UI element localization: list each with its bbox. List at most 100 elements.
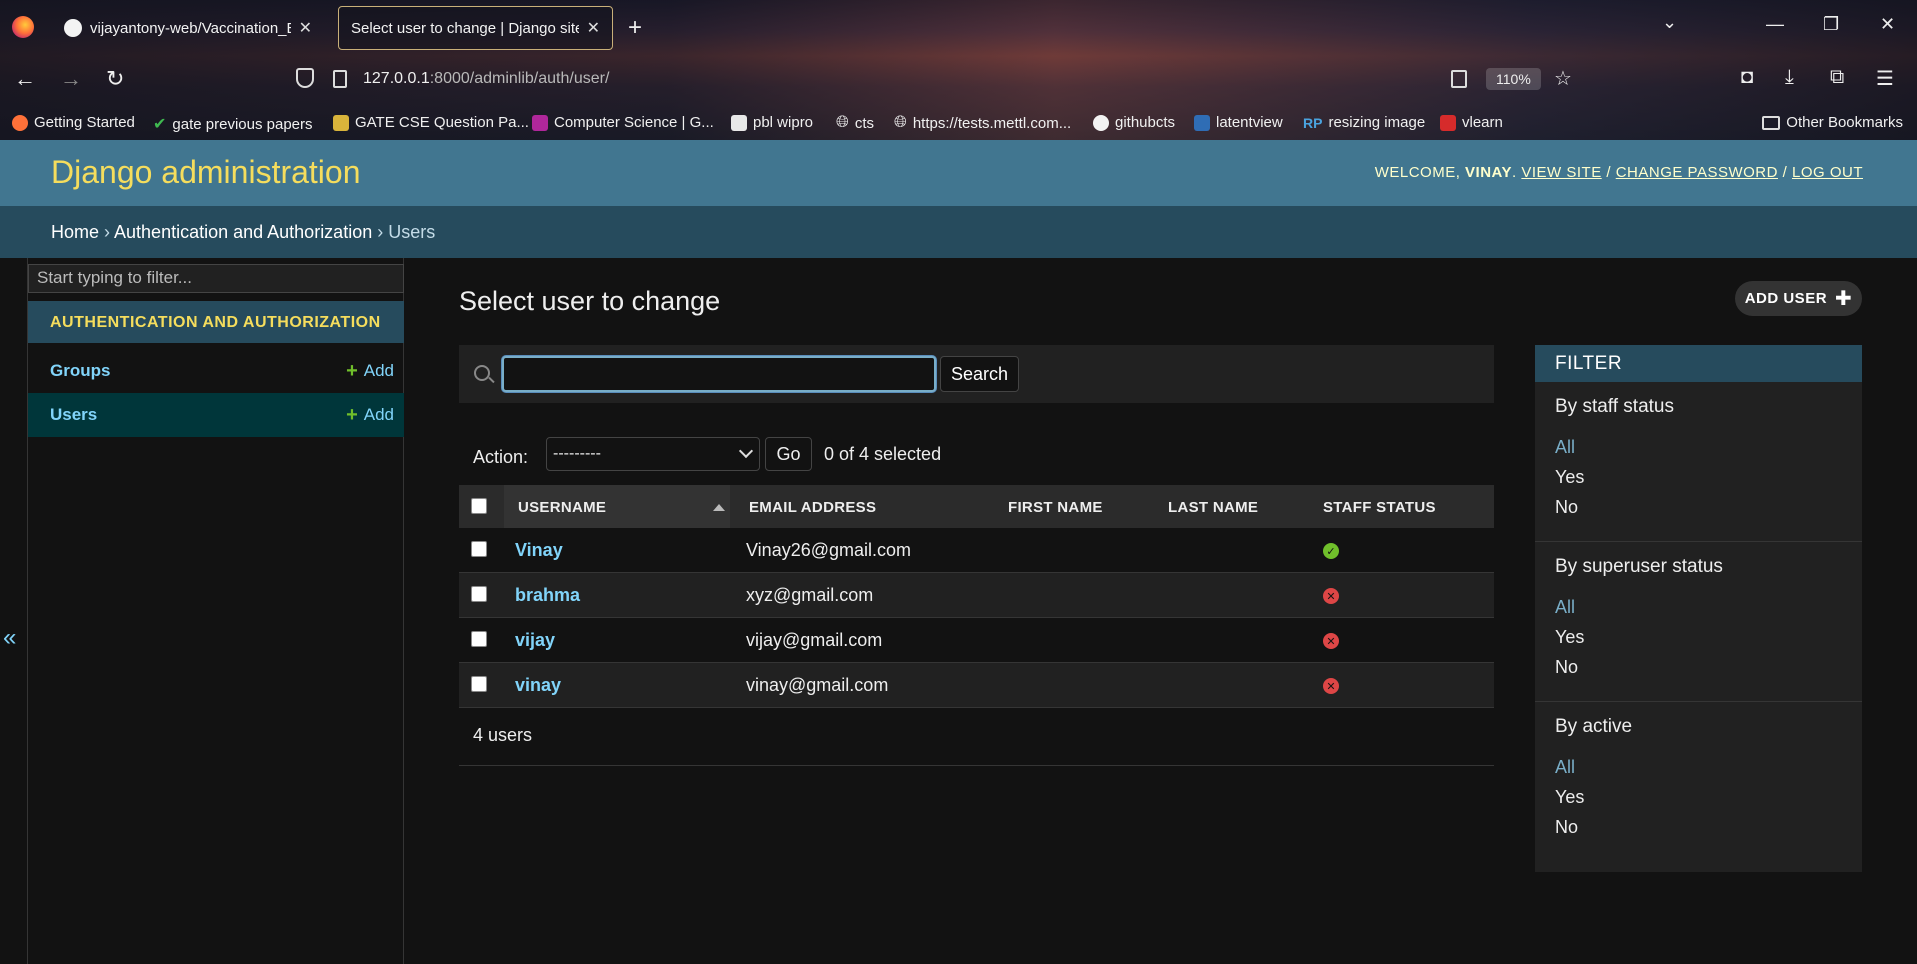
column-header-first-name[interactable]: FIRST NAME: [1008, 499, 1103, 516]
minimize-icon[interactable]: —: [1766, 14, 1784, 35]
bookmark-item[interactable]: githubcts: [1093, 114, 1175, 131]
close-icon[interactable]: ✕: [299, 18, 312, 38]
sidebar-item-users[interactable]: Users + Add: [28, 393, 404, 437]
tab-github[interactable]: vijayantony-web/Vaccination_B ✕: [52, 6, 324, 50]
extensions-icon[interactable]: ⧉: [1830, 66, 1844, 89]
column-header-staff-status[interactable]: STAFF STATUS: [1323, 499, 1436, 516]
add-groups-link[interactable]: + Add: [346, 360, 394, 383]
bookmark-star-icon[interactable]: ☆: [1554, 66, 1572, 91]
column-header-email[interactable]: EMAIL ADDRESS: [749, 499, 876, 516]
new-tab-plus-icon[interactable]: +: [628, 14, 642, 42]
username-link[interactable]: vijay: [515, 630, 555, 651]
add-user-label: ADD USER: [1744, 290, 1828, 307]
filter-option-all[interactable]: All: [1555, 437, 1575, 458]
site-branding[interactable]: Django administration: [51, 154, 361, 191]
filter-option-yes[interactable]: Yes: [1555, 467, 1584, 488]
add-users-link[interactable]: + Add: [346, 404, 394, 427]
username-link[interactable]: brahma: [515, 585, 580, 606]
change-password-link[interactable]: CHANGE PASSWORD: [1616, 164, 1778, 181]
zoom-level[interactable]: 110%: [1486, 68, 1541, 90]
browser-chrome: vijayantony-web/Vaccination_B ✕ Select u…: [0, 0, 1917, 140]
row-checkbox[interactable]: [471, 541, 487, 557]
forward-arrow-icon[interactable]: →: [60, 66, 82, 92]
breadcrumb-current: Users: [388, 222, 436, 242]
log-out-link[interactable]: LOG OUT: [1792, 164, 1863, 181]
pocket-icon[interactable]: ◘: [1741, 66, 1753, 89]
github-icon: [64, 19, 82, 37]
email-cell: vijay@gmail.com: [746, 630, 883, 650]
filter-option-yes[interactable]: Yes: [1555, 787, 1584, 808]
globe-icon: 🌐︎: [894, 114, 907, 131]
filter-option-all[interactable]: All: [1555, 757, 1575, 778]
page-info-icon[interactable]: [333, 70, 347, 88]
reload-icon[interactable]: ↻: [106, 66, 124, 92]
tab-django-active[interactable]: Select user to change | Django site ✕: [338, 6, 613, 50]
column-header-username[interactable]: USERNAME: [518, 499, 606, 516]
other-bookmarks[interactable]: Other Bookmarks: [1762, 114, 1903, 131]
breadcrumb-home[interactable]: Home: [51, 222, 99, 242]
sidebar-item-groups[interactable]: Groups + Add: [28, 349, 404, 393]
app-caption-auth[interactable]: AUTHENTICATION AND AUTHORIZATION: [28, 301, 404, 343]
username-link[interactable]: Vinay: [515, 540, 563, 561]
folder-icon: [1762, 115, 1781, 130]
filter-option-no[interactable]: No: [1555, 497, 1578, 518]
nav-filter-input[interactable]: Start typing to filter...: [28, 264, 404, 293]
close-icon[interactable]: ✕: [587, 18, 600, 38]
sort-ascending-icon[interactable]: [713, 504, 725, 511]
bookmark-item[interactable]: ✔ gate previous papers: [153, 114, 313, 134]
sidebar-item-label[interactable]: Users: [50, 405, 97, 425]
search-button[interactable]: Search: [940, 356, 1019, 392]
url-bar[interactable]: 127.0.0.1:8000/adminlib/auth/user/: [363, 70, 609, 88]
list-all-tabs-icon[interactable]: ⌄: [1662, 12, 1677, 33]
page-title: Select user to change: [459, 286, 721, 316]
row-checkbox[interactable]: [471, 631, 487, 647]
bookmark-item[interactable]: vlearn: [1440, 114, 1503, 131]
row-checkbox[interactable]: [471, 676, 487, 692]
downloads-icon[interactable]: ⤓: [1785, 66, 1794, 89]
bookmark-item[interactable]: 🌐︎ cts: [836, 114, 874, 132]
toggle-sidebar-chevron-icon[interactable]: «: [3, 624, 16, 652]
window-close-icon[interactable]: ✕: [1880, 14, 1895, 35]
search-input[interactable]: [502, 356, 936, 392]
tab-title: vijayantony-web/Vaccination_B: [90, 19, 291, 37]
table-row: vinay vinay@gmail.com ✕: [459, 663, 1494, 708]
reader-view-icon[interactable]: [1451, 70, 1467, 88]
bookmark-item[interactable]: pbl wipro: [731, 114, 813, 131]
add-user-button[interactable]: ADD USER ✚: [1735, 281, 1862, 316]
bookmark-item[interactable]: latentview: [1194, 114, 1283, 131]
firefox-icon: [12, 114, 28, 131]
username-link[interactable]: vinay: [515, 675, 561, 696]
email-cell: Vinay26@gmail.com: [746, 540, 912, 560]
bookmark-item[interactable]: RP resizing image: [1303, 114, 1425, 131]
bookmarks-toolbar: Getting Started ✔ gate previous papers GA…: [0, 110, 1917, 138]
go-button[interactable]: Go: [765, 437, 812, 471]
filter-staff-status: By staff status All Yes No: [1535, 382, 1862, 542]
action-select[interactable]: ---------: [546, 437, 760, 471]
url-path: :8000/adminlib/auth/user/: [429, 70, 610, 87]
restore-icon[interactable]: ❐: [1823, 14, 1839, 35]
column-header-last-name[interactable]: LAST NAME: [1168, 499, 1258, 516]
table-row: vijay vijay@gmail.com ✕: [459, 618, 1494, 663]
bookmark-item[interactable]: 🌐︎ https://tests.mettl.com...: [894, 114, 1071, 132]
bookmark-item[interactable]: Getting Started: [12, 114, 135, 131]
search-icon: [474, 365, 490, 381]
email-cell: vinay@gmail.com: [746, 675, 889, 695]
bookmark-label: gate previous papers: [172, 115, 313, 133]
filter-option-no[interactable]: No: [1555, 817, 1578, 838]
breadcrumb-app[interactable]: Authentication and Authorization: [114, 222, 372, 242]
back-arrow-icon[interactable]: ←: [14, 66, 36, 92]
bookmark-item[interactable]: GATE CSE Question Pa...: [333, 114, 529, 131]
select-all-checkbox[interactable]: [471, 498, 487, 514]
filter-option-all[interactable]: All: [1555, 597, 1575, 618]
filter-option-yes[interactable]: Yes: [1555, 627, 1584, 648]
bookmark-item[interactable]: Computer Science | G...: [532, 114, 714, 131]
bookmark-label: resizing image: [1328, 114, 1426, 131]
hamburger-menu-icon[interactable]: ☰: [1876, 66, 1894, 91]
row-checkbox[interactable]: [471, 586, 487, 602]
sidebar-item-label[interactable]: Groups: [50, 361, 110, 381]
tracking-shield-icon[interactable]: [296, 68, 314, 88]
g-icon: [532, 114, 548, 131]
view-site-link[interactable]: VIEW SITE: [1521, 164, 1601, 181]
firefox-menu-icon[interactable]: [12, 16, 34, 38]
filter-option-no[interactable]: No: [1555, 657, 1578, 678]
